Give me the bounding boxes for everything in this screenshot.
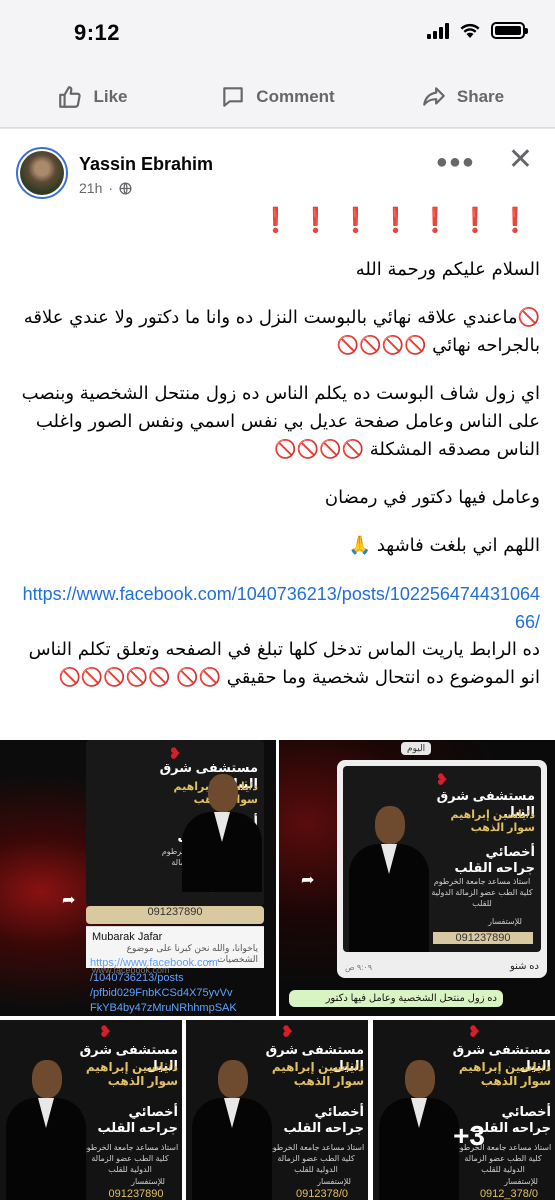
- paragraph-4: اللهم اني بلغت فاشهد 🙏: [348, 535, 540, 556]
- doctor-photo: [373, 1020, 463, 1200]
- share-button[interactable]: Share: [370, 84, 555, 110]
- battery-icon: [491, 22, 528, 39]
- thumbs-up-icon: [59, 85, 82, 108]
- chat-day-badge: اليوم: [401, 742, 432, 755]
- chat-time: ٩:٠٩ ص: [345, 963, 373, 972]
- doctor-photo: [343, 766, 433, 952]
- photo-tile-3[interactable]: ❥ مستشفى شرق النيل د/ياسين إبراهيم سوار …: [0, 1020, 182, 1200]
- forward-icon: ➦: [62, 892, 76, 909]
- post-link[interactable]: https://www.facebook.com/1040736213/post…: [16, 580, 540, 636]
- status-bar: 9:12: [0, 0, 555, 66]
- doctor-photo: [186, 1020, 276, 1200]
- signal-icon: [427, 22, 449, 39]
- paragraph-1: 🚫ماعندي علاقه نهائي بالبوست النزل ده وان…: [23, 307, 540, 356]
- more-options-icon[interactable]: ●●●: [436, 151, 475, 174]
- exclamation-row: ❗❗❗❗❗❗❗: [260, 206, 540, 234]
- author-name[interactable]: Yassin Ebrahim: [79, 154, 213, 175]
- doctor-photo: [176, 740, 266, 906]
- status-time: 9:12: [74, 20, 121, 45]
- post-header: Yassin Ebrahim 21h · ●●● ✕: [0, 128, 555, 204]
- media-grid: ❥ مستشفى شرق النيل د/ياسين إبراهيم سوار …: [0, 740, 555, 1200]
- post-action-bar: Like Comment Share: [0, 66, 555, 128]
- chat-bubble: ❥ مستشفى شرق النيل د/ياسين إبراهيم سوار …: [337, 760, 547, 978]
- photo-tile-4[interactable]: ❥ مستشفى شرق النيل د/ياسين إبراهيم سوار …: [186, 1020, 368, 1200]
- more-photos-count[interactable]: +3: [453, 1120, 485, 1152]
- paragraph-2: اي زول شاف البوست ده يكلم الناس ده زول م…: [21, 383, 540, 460]
- comment-icon: [223, 86, 244, 107]
- photo-tile-1[interactable]: ❥ مستشفى شرق النيل د/ياسين إبراهيم سوار …: [0, 740, 276, 1016]
- like-label: Like: [93, 86, 128, 106]
- photo-tile-2[interactable]: اليوم ❥ مستشفى شرق النيل د/ياسين إبراهيم…: [279, 740, 555, 1016]
- comment-button[interactable]: Comment: [185, 84, 370, 110]
- paragraph-5: ده الرابط ياريت الماس تدخل كلها تبلغ في …: [28, 639, 540, 688]
- photo-tile-5[interactable]: ❥ مستشفى شرق النيل د/ياسين إبراهيم سوار …: [373, 1020, 555, 1200]
- comment-label: Comment: [256, 86, 335, 106]
- like-button[interactable]: Like: [0, 84, 185, 110]
- globe-icon: [119, 181, 132, 195]
- doctor-photo: [0, 1020, 90, 1200]
- chat-caption: ده شنو: [509, 961, 539, 972]
- forward-icon: ➦: [301, 872, 315, 889]
- wifi-icon: [460, 23, 480, 38]
- paragraph-3: وعامل فيها دكتور في رمضان: [324, 487, 540, 508]
- share-label: Share: [456, 86, 505, 106]
- greeting-text: السلام عليكم ورحمة الله: [355, 259, 540, 280]
- shared-link-text: https://www.facebook.com /1040736213/pos…: [90, 957, 237, 1014]
- poster: ❥ مستشفى شرق النيل د/ياسين إبراهيم سوار …: [86, 740, 264, 906]
- post-time[interactable]: 21h: [79, 180, 102, 196]
- chat-reply: ده زول منتحل الشخصية وعامل فيها دكتور: [289, 990, 503, 1007]
- share-icon: [423, 86, 445, 106]
- post-text: ❗❗❗❗❗❗❗ السلام عليكم ورحمة الله 🚫ماعندي …: [16, 206, 540, 692]
- close-icon[interactable]: ✕: [508, 145, 533, 175]
- avatar[interactable]: [16, 147, 68, 199]
